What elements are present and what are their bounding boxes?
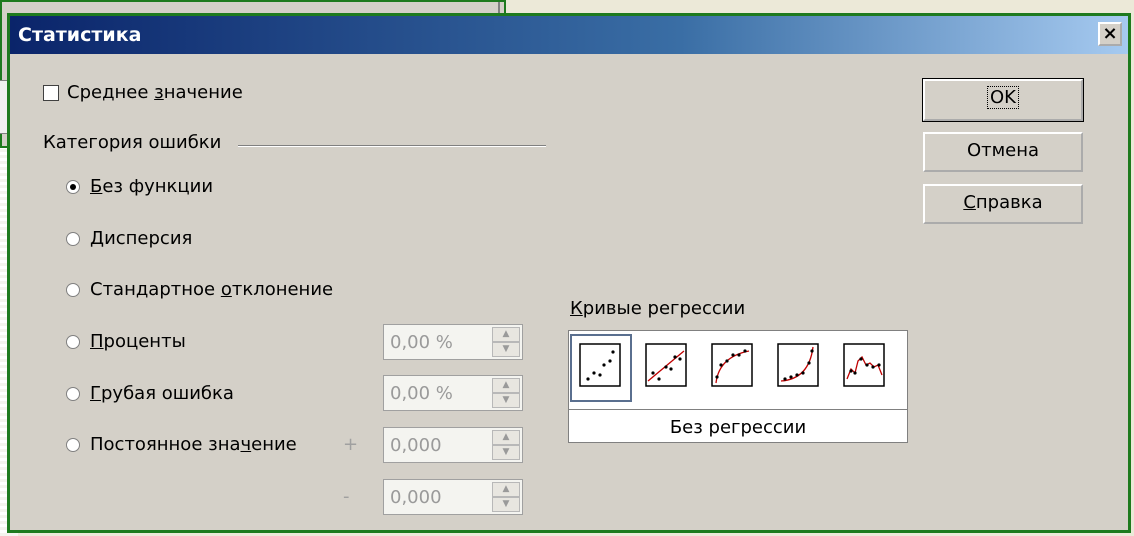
statistics-dialog: Статистика × Среднее значение Категория … bbox=[7, 13, 1131, 533]
radio-percent[interactable]: Проценты bbox=[66, 331, 186, 352]
power-regression-icon[interactable] bbox=[837, 337, 893, 399]
constant-minus-spin-field[interactable]: 0,000 ▲ ▼ bbox=[383, 479, 523, 515]
plus-sign: + bbox=[343, 434, 359, 455]
spin-down-icon[interactable]: ▼ bbox=[492, 393, 520, 408]
radio-label: Дисперсия bbox=[90, 228, 193, 249]
cancel-button[interactable]: Отмена bbox=[923, 132, 1083, 172]
radio-label: Постоянное значение bbox=[90, 434, 297, 455]
error-category-label: Категория ошибки bbox=[43, 132, 222, 153]
spin-up-icon[interactable]: ▲ bbox=[492, 430, 520, 445]
error-category-divider bbox=[238, 145, 546, 147]
dialog-title: Статистика bbox=[18, 24, 142, 46]
spin-up-icon[interactable]: ▲ bbox=[492, 327, 520, 342]
radio-button[interactable] bbox=[66, 231, 80, 246]
radio-label: Без функции bbox=[90, 176, 214, 197]
spin-up-icon[interactable]: ▲ bbox=[492, 482, 520, 497]
help-button[interactable]: Справка bbox=[923, 184, 1083, 224]
radio-button[interactable] bbox=[66, 179, 80, 194]
regression-panel: Без регрессии bbox=[568, 330, 908, 443]
close-button[interactable]: × bbox=[1098, 22, 1122, 46]
regression-curves-label: Кривые регрессии bbox=[570, 298, 746, 319]
gross-error-value: 0,00 % bbox=[390, 383, 453, 404]
constant-plus-value: 0,000 bbox=[390, 435, 442, 456]
radio-gross-error[interactable]: Грубая ошибка bbox=[66, 383, 234, 404]
percent-value: 0,00 % bbox=[390, 332, 453, 353]
dialog-content: Среднее значение Категория ошибки Без фу… bbox=[10, 54, 1128, 530]
gross-error-spin-field[interactable]: 0,00 % ▲ ▼ bbox=[383, 375, 523, 411]
radio-button[interactable] bbox=[66, 386, 80, 401]
regression-separator bbox=[569, 409, 907, 410]
exponential-regression-icon[interactable] bbox=[771, 337, 827, 399]
constant-plus-spin-field[interactable]: 0,000 ▲ ▼ bbox=[383, 427, 523, 463]
spin-up-icon[interactable]: ▲ bbox=[492, 378, 520, 393]
radio-variance[interactable]: Дисперсия bbox=[66, 228, 192, 249]
minus-sign: - bbox=[343, 486, 350, 507]
logarithmic-regression-icon[interactable] bbox=[705, 337, 761, 399]
ok-button[interactable]: OK bbox=[922, 78, 1084, 122]
regression-caption: Без регрессии bbox=[669, 417, 807, 438]
radio-constant-value[interactable]: Постоянное значение bbox=[66, 434, 297, 455]
mean-checkbox[interactable] bbox=[43, 84, 59, 101]
radio-label: Грубая ошибка bbox=[90, 383, 234, 404]
title-bar[interactable]: Статистика × bbox=[10, 16, 1128, 54]
mean-label: Среднее значение bbox=[67, 82, 243, 103]
percent-spin-field[interactable]: 0,00 % ▲ ▼ bbox=[383, 324, 523, 360]
radio-label: Проценты bbox=[90, 331, 186, 352]
radio-button[interactable] bbox=[66, 282, 80, 297]
radio-std-deviation[interactable]: Стандартное отклонение bbox=[66, 279, 333, 300]
radio-button[interactable] bbox=[66, 334, 80, 349]
mean-checkbox-row[interactable]: Среднее значение bbox=[43, 82, 243, 103]
radio-button[interactable] bbox=[66, 437, 80, 452]
spin-down-icon[interactable]: ▼ bbox=[492, 445, 520, 460]
spin-down-icon[interactable]: ▼ bbox=[492, 497, 520, 512]
no-regression-icon[interactable] bbox=[570, 334, 632, 402]
spin-down-icon[interactable]: ▼ bbox=[492, 342, 520, 357]
linear-regression-icon[interactable] bbox=[639, 337, 695, 399]
constant-minus-value: 0,000 bbox=[390, 487, 442, 508]
radio-no-function[interactable]: Без функции bbox=[66, 176, 213, 197]
radio-label: Стандартное отклонение bbox=[90, 279, 334, 300]
